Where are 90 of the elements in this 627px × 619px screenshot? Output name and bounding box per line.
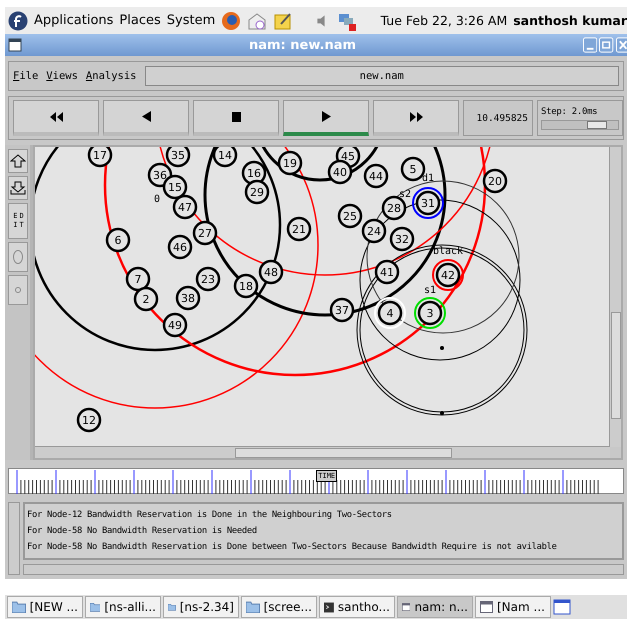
node[interactable]: 24 [362, 218, 386, 244]
stop-icon [232, 112, 240, 122]
node[interactable]: 2 [134, 286, 158, 312]
folder-icon [12, 601, 26, 613]
taskbar-button[interactable]: [NEW ... [7, 596, 83, 618]
tray-arrow-icon [10, 181, 26, 195]
fedora-logo-icon[interactable] [8, 10, 28, 30]
circle-icon [13, 250, 23, 264]
desktop-icon[interactable] [553, 598, 571, 616]
zoom-out-button[interactable] [8, 176, 28, 200]
slider-thumb[interactable] [587, 120, 608, 128]
center-dot [440, 411, 444, 415]
time-display: 10.495825 [463, 100, 533, 136]
node[interactable]: 32 [390, 226, 414, 252]
window-menu-icon[interactable] [8, 38, 22, 52]
vertical-scrollbar[interactable] [609, 147, 621, 447]
node[interactable]: 7 [126, 266, 150, 292]
step-label: Step: 2.0ms [541, 106, 598, 116]
menu-item[interactable]: Views [46, 70, 78, 82]
node[interactable]: 4 [374, 297, 406, 329]
horizontal-scrollbar[interactable] [35, 446, 610, 458]
node[interactable]: 47 [172, 194, 198, 220]
taskbar-button[interactable]: [Nam ... [475, 596, 551, 618]
log-horizontal-scrollbar[interactable] [23, 564, 624, 575]
forward-button[interactable] [373, 100, 459, 136]
taskbar-button[interactable]: [scree... [241, 596, 317, 618]
terminal-icon [324, 600, 334, 614]
node[interactable]: 37 [330, 298, 354, 322]
circle-tool-button[interactable] [8, 242, 28, 272]
fast-forward-icon [410, 112, 422, 122]
node[interactable]: 46 [168, 234, 192, 260]
node[interactable]: 17 [88, 147, 112, 168]
window-icon [480, 601, 493, 613]
menu-item[interactable]: File [13, 70, 38, 82]
node[interactable]: 48 [258, 260, 284, 284]
node[interactable]: 14 [212, 147, 238, 168]
user-name[interactable]: santhosh kumar [513, 13, 627, 28]
zoom-in-button[interactable] [8, 149, 28, 173]
node[interactable]: 35 [166, 147, 190, 168]
center-dot [440, 346, 444, 350]
panel-menu[interactable]: System [166, 13, 216, 28]
log-line: For Node-58 No Bandwidth Reservation is Done between Two-Sectors Because Bandwidth Require is not avilable [27, 541, 558, 554]
step-slider[interactable] [541, 120, 619, 130]
node-label: 0 [154, 194, 160, 205]
taskbar-button[interactable]: [ns-2.34] [163, 596, 239, 618]
taskbar-button[interactable]: santho... [319, 596, 395, 618]
minimize-icon[interactable] [583, 37, 598, 53]
node[interactable]: 25 [338, 204, 362, 228]
node[interactable]: 41 [374, 260, 400, 284]
close-icon[interactable] [616, 37, 627, 53]
globe-icon[interactable] [221, 10, 242, 30]
taskbar-button[interactable]: nam: n... [397, 596, 473, 618]
rewind-icon [50, 112, 62, 122]
node[interactable]: 31 [412, 187, 444, 219]
node[interactable]: 21 [286, 216, 312, 242]
stop-button[interactable] [193, 100, 279, 136]
panel-menu[interactable]: Applications [34, 13, 114, 28]
rewind-button[interactable] [13, 100, 99, 136]
log-line: For Node-58 No Bandwidth Reservation is Needed [27, 525, 258, 538]
folder-icon [246, 601, 260, 613]
taskbar-button[interactable]: [ns-alli... [85, 596, 161, 618]
node[interactable]: 6 [106, 228, 130, 252]
small-circle-icon [15, 287, 21, 293]
folder-icon [90, 601, 100, 613]
node[interactable]: 29 [244, 180, 270, 204]
node[interactable]: 18 [234, 274, 258, 298]
menu-item[interactable]: Analysis [86, 70, 137, 82]
log-scrollbar[interactable] [8, 502, 20, 575]
window-icon [402, 601, 410, 613]
node[interactable]: 23 [196, 266, 220, 292]
node[interactable]: 19 [278, 150, 302, 176]
node[interactable]: 49 [162, 312, 188, 338]
node[interactable]: 44 [364, 164, 388, 188]
play-icon [322, 111, 330, 122]
file-name-field: new.nam [144, 66, 619, 86]
node[interactable]: 12 [76, 408, 102, 432]
dot-tool-button[interactable] [8, 275, 28, 305]
notepad-icon[interactable] [273, 10, 294, 30]
node[interactable]: 20 [482, 168, 508, 194]
log-line: For Node-12 Bandwidth Reservation is Done in the Neighbouring Two-Sectors [27, 509, 393, 522]
node[interactable]: 38 [176, 286, 200, 310]
node[interactable]: 3 [414, 297, 446, 329]
node[interactable]: 27 [192, 220, 218, 246]
panel-menu[interactable]: Places [119, 13, 161, 28]
maximize-icon[interactable] [599, 37, 614, 53]
window-title: nam: new.nam [248, 38, 358, 52]
folder-icon [168, 601, 176, 613]
clock[interactable]: Tue Feb 22, 3:26 AM [380, 13, 508, 28]
play-back-icon [142, 111, 150, 122]
node[interactable]: 40 [328, 160, 352, 184]
